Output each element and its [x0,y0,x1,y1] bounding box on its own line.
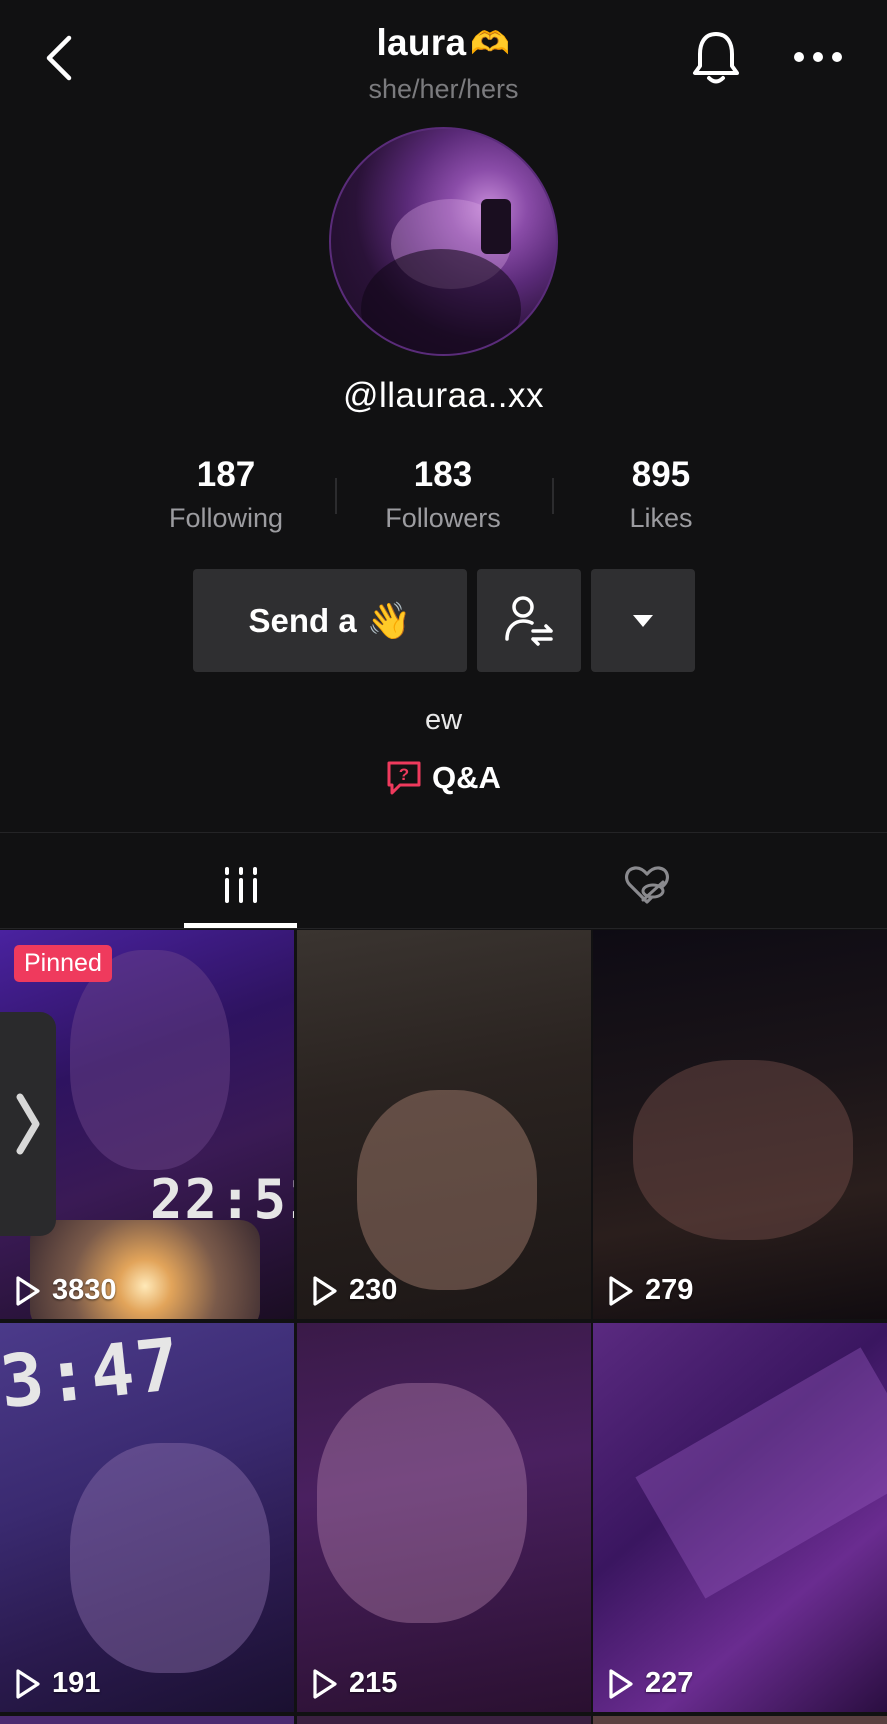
qa-icon: ? [387,761,421,795]
chevron-right-icon [16,1093,40,1155]
view-count: 215 [311,1667,397,1700]
tabs-divider [0,832,887,833]
stats-divider [335,478,337,514]
caret-down-icon [633,614,653,627]
video-thumbnail[interactable]: 227 [593,1323,887,1712]
stat-label: Likes [629,503,693,533]
page-title: laura 🫶 [376,22,510,64]
view-count-value: 215 [349,1667,398,1699]
video-thumbnail[interactable] [593,1716,887,1724]
avatar[interactable] [329,127,558,356]
user-swap-icon [505,595,553,646]
send-wave-button[interactable]: Send a 👋 [193,569,467,672]
view-count-value: 230 [349,1274,398,1306]
view-count: 3830 [14,1274,117,1307]
stat-value: 187 [196,455,256,494]
play-icon [609,1668,633,1699]
follow-back-button[interactable] [477,569,581,672]
stat-value: 895 [631,455,691,494]
tab-liked-hidden[interactable] [590,840,703,930]
play-icon [16,1668,40,1699]
video-thumbnail[interactable]: 215 [297,1323,591,1712]
more-options-icon[interactable] [790,40,846,74]
pronouns: she/her/hers [368,74,519,104]
wave-emoji: 👋 [366,599,412,641]
qa-label: Q&A [432,760,501,795]
video-thumbnail[interactable]: 230 [297,930,591,1319]
tabs-divider [0,928,887,929]
play-icon [609,1275,633,1306]
stat-label: Following [168,503,284,533]
clock-overlay: 22:51 [150,1168,294,1231]
pinned-badge: Pinned [14,945,112,982]
thumb-shape [633,1060,853,1240]
stat-following[interactable]: 187 Following [136,455,316,534]
thumb-shape [70,950,230,1170]
hidden-heart-icon [624,866,669,904]
avatar-phone [481,199,511,254]
bell-icon[interactable] [690,28,742,86]
clock-overlay: 3:47 [0,1323,186,1425]
view-count-value: 279 [645,1274,694,1306]
svg-text:?: ? [399,765,409,784]
send-label: Send a [248,601,357,639]
header: laura 🫶 she/her/hers [0,22,887,105]
qa-link[interactable]: ? Q&A [0,760,887,796]
video-thumbnail[interactable] [297,1716,591,1724]
view-count-value: 227 [645,1667,694,1699]
more-dot [813,52,823,62]
video-thumbnail[interactable]: 3:47 191 [0,1323,294,1712]
view-count-value: 3830 [52,1274,117,1306]
stat-label: Followers [385,503,501,533]
stats-row: 187 Following 183 Followers 895 Likes [0,455,887,535]
side-panel-handle[interactable] [0,1012,56,1236]
stats-divider [552,478,554,514]
more-dot [832,52,842,62]
bio: ew [424,704,463,736]
username: @llauraa..xx [342,376,545,415]
heart-hands-emoji: 🫶 [470,25,511,61]
suggested-dropdown-button[interactable] [591,569,695,672]
thumb-shape [357,1090,537,1290]
view-count: 191 [14,1667,100,1700]
play-icon [16,1275,40,1306]
play-icon [313,1668,337,1699]
page-title-text: laura [376,22,467,63]
stat-likes[interactable]: 895 Likes [571,455,751,534]
view-count-value: 191 [52,1667,101,1699]
video-thumbnail[interactable] [0,1716,294,1724]
view-count: 279 [607,1274,693,1307]
thumb-shape [317,1383,527,1623]
tab-videos[interactable] [184,840,297,930]
more-dot [794,52,804,62]
thumb-shape [635,1347,887,1599]
thumb-shape [70,1443,270,1673]
view-count: 230 [311,1274,397,1307]
play-icon [313,1275,337,1306]
profile-screen: laura 🫶 she/her/hers @llauraa..xx 187 Fo… [0,0,887,1724]
video-thumbnail[interactable]: 279 [593,930,887,1319]
view-count: 227 [607,1667,693,1700]
stat-value: 183 [413,455,473,494]
stat-followers[interactable]: 183 Followers [353,455,533,534]
grid-icon [224,867,257,903]
